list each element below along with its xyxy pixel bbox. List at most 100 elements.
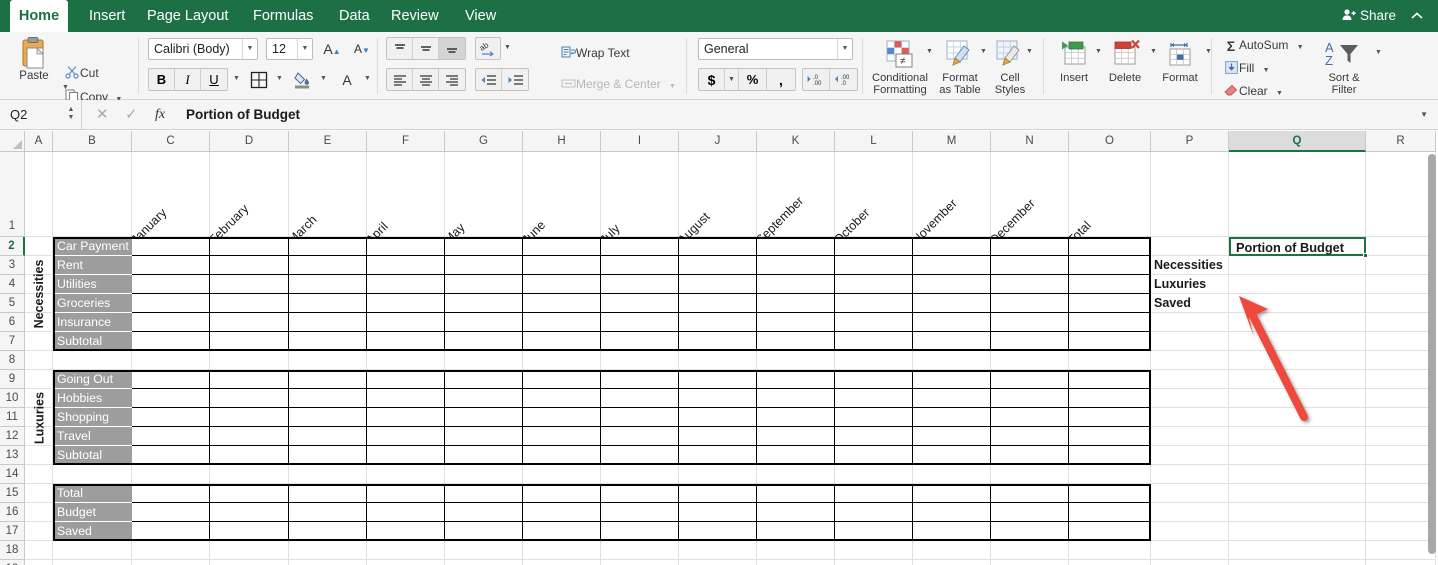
budget-data-cell[interactable] [835, 389, 913, 408]
grid-cell[interactable] [679, 560, 757, 565]
budget-data-cell[interactable] [757, 389, 835, 408]
grid-cell[interactable] [132, 465, 210, 484]
grid-cell[interactable] [445, 560, 523, 565]
chevron-up-icon[interactable] [1410, 0, 1424, 32]
budget-data-cell[interactable] [835, 237, 913, 256]
budget-data-cell[interactable] [367, 256, 445, 275]
budget-data-cell[interactable] [289, 503, 367, 522]
grid-cell[interactable] [53, 465, 132, 484]
category-cell-subtotal[interactable]: Subtotal [53, 446, 132, 465]
budget-data-cell[interactable] [601, 275, 679, 294]
merge-dropdown-caret[interactable]: ▼ [669, 83, 676, 90]
budget-data-cell[interactable] [132, 332, 210, 351]
fill-color-icon[interactable] [290, 68, 316, 91]
budget-data-cell[interactable] [289, 313, 367, 332]
autosum-button[interactable]: ΣAutoSum ▼ [1223, 38, 1304, 54]
grid-cell[interactable] [289, 465, 367, 484]
budget-data-cell[interactable] [367, 408, 445, 427]
grid-cell[interactable] [1151, 541, 1229, 560]
budget-data-cell[interactable] [991, 332, 1069, 351]
grid-cell[interactable] [1366, 294, 1436, 313]
budget-data-cell[interactable] [679, 370, 757, 389]
budget-data-cell[interactable] [210, 427, 289, 446]
cell-styles-button[interactable]: CellStyles [986, 36, 1034, 96]
grid-cell[interactable] [1366, 446, 1436, 465]
grid-cell[interactable] [210, 465, 289, 484]
grid-cell[interactable] [25, 465, 53, 484]
budget-data-cell[interactable] [757, 427, 835, 446]
grid-cell[interactable] [1151, 332, 1229, 351]
category-cell-rent[interactable]: Rent [53, 256, 132, 275]
text-orientation-icon[interactable]: ab [475, 37, 501, 60]
fill-color-dropdown-caret[interactable]: ▼ [320, 75, 327, 82]
align-middle-icon[interactable] [413, 38, 439, 59]
grid-cell[interactable] [1366, 408, 1436, 427]
grid-cell[interactable] [1069, 465, 1151, 484]
grid-cell[interactable] [913, 541, 991, 560]
budget-data-cell[interactable] [679, 484, 757, 503]
fx-icon[interactable]: fx [155, 100, 165, 129]
row-header-14[interactable]: 14 [0, 465, 25, 484]
budget-data-cell[interactable] [991, 427, 1069, 446]
grid-cell[interactable] [1151, 503, 1229, 522]
budget-data-cell[interactable] [991, 522, 1069, 541]
grid-cell[interactable] [367, 541, 445, 560]
grid-cell[interactable] [835, 541, 913, 560]
row-header-11[interactable]: 11 [0, 408, 25, 427]
grid-cell[interactable] [1069, 351, 1151, 370]
grid-cell[interactable] [445, 541, 523, 560]
grid-cell[interactable] [210, 351, 289, 370]
grid-cell[interactable] [210, 541, 289, 560]
budget-data-cell[interactable] [991, 408, 1069, 427]
number-format-select[interactable]: General ▼ [698, 38, 853, 60]
grid-cell[interactable] [25, 503, 53, 522]
budget-data-cell[interactable] [835, 408, 913, 427]
budget-data-cell[interactable] [913, 408, 991, 427]
tab-home[interactable]: Home [10, 0, 68, 32]
grid-cell[interactable] [1151, 237, 1229, 256]
budget-data-cell[interactable] [601, 256, 679, 275]
grid-cell[interactable] [210, 560, 289, 565]
budget-data-cell[interactable] [601, 389, 679, 408]
budget-data-cell[interactable] [601, 427, 679, 446]
budget-data-cell[interactable] [132, 313, 210, 332]
budget-data-cell[interactable] [1069, 503, 1151, 522]
budget-data-cell[interactable] [991, 370, 1069, 389]
budget-data-cell[interactable] [601, 294, 679, 313]
category-cell-subtotal[interactable]: Subtotal [53, 332, 132, 351]
grid-cell[interactable] [757, 465, 835, 484]
grid-cell[interactable] [1229, 294, 1366, 313]
budget-data-cell[interactable] [835, 275, 913, 294]
increase-indent-icon[interactable] [502, 69, 528, 90]
tab-formulas[interactable]: Formulas [240, 0, 326, 32]
tab-page-layout[interactable]: Page Layout [134, 0, 241, 32]
budget-data-cell[interactable] [679, 446, 757, 465]
grid-cell[interactable] [1366, 332, 1436, 351]
budget-data-cell[interactable] [445, 427, 523, 446]
grid-cell[interactable] [1366, 237, 1436, 256]
grid-cell[interactable] [1366, 465, 1436, 484]
budget-data-cell[interactable] [601, 446, 679, 465]
budget-data-cell[interactable] [523, 503, 601, 522]
row-header-17[interactable]: 17 [0, 522, 25, 541]
grid-cell[interactable] [1229, 522, 1366, 541]
fill-caret[interactable]: ▼ [1263, 67, 1270, 74]
chevron-down-icon[interactable]: ▼ [297, 39, 312, 59]
grid-cell[interactable] [913, 351, 991, 370]
spreadsheet-grid[interactable]: ABCDEFGHIJKLMNOPQR 123456789101112131415… [0, 131, 1438, 565]
grid-cell[interactable] [523, 351, 601, 370]
column-header-k[interactable]: K [757, 131, 835, 152]
column-header-e[interactable]: E [289, 131, 367, 152]
category-cell-budget[interactable]: Budget [53, 503, 132, 522]
budget-data-cell[interactable] [445, 313, 523, 332]
delete-cells-button[interactable]: Delete [1101, 36, 1149, 84]
grid-cell[interactable] [25, 560, 53, 565]
budget-data-cell[interactable] [445, 237, 523, 256]
cut-button[interactable]: Cut [64, 65, 99, 82]
grid-cell[interactable] [367, 351, 445, 370]
grid-cell[interactable] [1229, 503, 1366, 522]
budget-data-cell[interactable] [523, 313, 601, 332]
grid-cell[interactable] [53, 152, 132, 237]
budget-data-cell[interactable] [132, 237, 210, 256]
grid-cell[interactable] [53, 560, 132, 565]
